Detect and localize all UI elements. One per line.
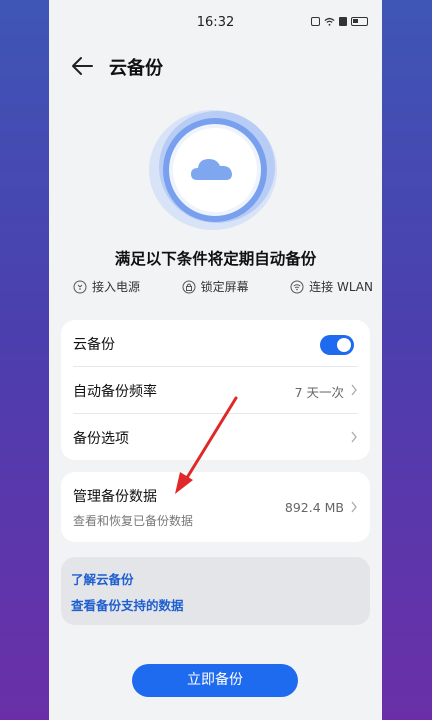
links-card: 了解云备份 查看备份支持的数据 (61, 557, 370, 625)
backup-options-label: 备份选项 (73, 431, 129, 447)
status-icons (311, 17, 368, 26)
wifi-signal-icon (324, 17, 335, 26)
chevron-right-icon (351, 431, 357, 443)
phone-screen: 16:32 云备份 满足以下条件将定期自动备份 接入电源 锁定屏幕 连接 WLA… (49, 0, 382, 720)
cloud-backup-toggle[interactable] (320, 335, 354, 355)
chevron-right-icon (351, 501, 357, 513)
condition-power-label: 接入电源 (92, 280, 141, 294)
backup-options-row[interactable]: 备份选项 (61, 414, 370, 460)
frequency-value: 7 天一次 (294, 385, 344, 400)
app-header: 云备份 (49, 48, 382, 84)
cloud-backup-row: 云备份 (61, 320, 370, 366)
condition-power: 接入电源 (73, 278, 140, 295)
settings-card: 云备份 自动备份频率 7 天一次 备份选项 (61, 320, 370, 460)
manage-backup-label: 管理备份数据 (73, 489, 157, 505)
backup-now-button[interactable]: 立即备份 (132, 664, 298, 697)
conditions-title: 满足以下条件将定期自动备份 (114, 250, 317, 268)
toggle-knob (337, 338, 351, 352)
wifi-icon (290, 280, 304, 293)
chevron-right-icon (351, 384, 357, 396)
cloud-icon (149, 110, 277, 230)
frequency-row[interactable]: 自动备份频率 7 天一次 (61, 367, 370, 413)
page-title: 云备份 (109, 58, 163, 79)
learn-cloud-backup-link[interactable]: 了解云备份 (71, 569, 134, 588)
condition-wlan: 连接 WLAN (290, 278, 373, 295)
condition-lock: 锁定屏幕 (182, 278, 249, 295)
status-bar: 16:32 (49, 0, 382, 44)
arrow-left-icon[interactable] (69, 54, 95, 78)
battery-icon (351, 17, 368, 26)
cloud-backup-label: 云备份 (73, 337, 115, 353)
power-plug-icon (73, 280, 87, 293)
condition-lock-label: 锁定屏幕 (200, 280, 249, 294)
backup-size: 892.4 MB (284, 500, 344, 515)
lock-icon (182, 280, 196, 293)
manage-backup-subtitle: 查看和恢复已备份数据 (73, 514, 194, 528)
manage-backup-card[interactable]: 管理备份数据 查看和恢复已备份数据 892.4 MB (61, 472, 370, 542)
frequency-label: 自动备份频率 (73, 384, 157, 400)
condition-wlan-label: 连接 WLAN (309, 280, 373, 294)
alert-icon (339, 17, 347, 26)
supported-data-link[interactable]: 查看备份支持的数据 (71, 595, 184, 614)
nfc-icon (311, 17, 320, 26)
conditions-list: 接入电源 锁定屏幕 连接 WLAN (73, 278, 373, 295)
